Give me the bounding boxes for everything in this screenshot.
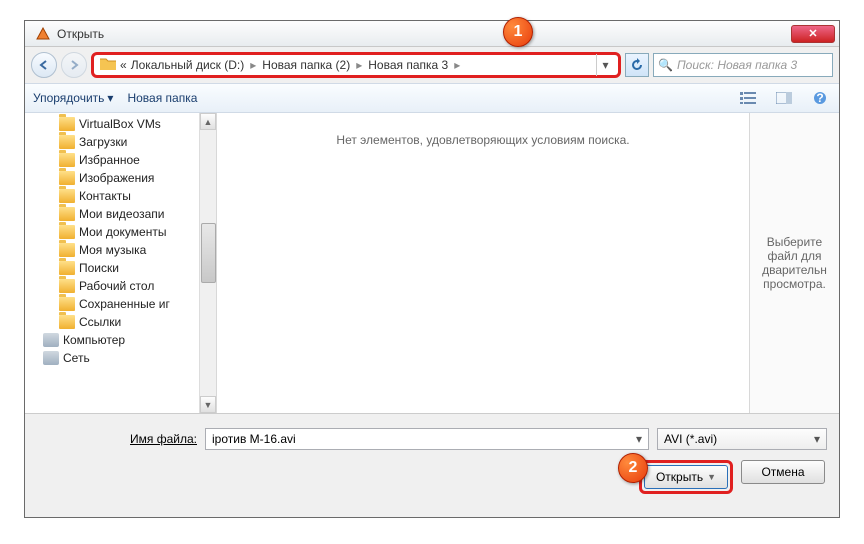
folder-icon <box>59 207 75 221</box>
folder-icon <box>59 243 75 257</box>
tree-item-label: Мои документы <box>79 225 166 239</box>
tree-item-label: VirtualBox VMs <box>79 117 161 131</box>
chevron-down-icon: ▾ <box>814 432 820 446</box>
folder-icon <box>59 189 75 203</box>
file-list: Нет элементов, удовлетворяющих условиям … <box>217 113 749 413</box>
folder-icon <box>59 315 75 329</box>
tree-item[interactable]: Загрузки <box>33 133 216 151</box>
tree-item-label: Сохраненные иг <box>79 297 170 311</box>
nav-row: « Локальный диск (D:) ▸ Новая папка (2) … <box>25 47 839 83</box>
filename-label: Имя файла: <box>37 432 197 446</box>
open-dialog: Открыть ✕ « Локальный диск (D:) ▸ Новая … <box>24 20 840 518</box>
folder-icon <box>59 153 75 167</box>
tree-item-label: Мои видеозапи <box>79 207 165 221</box>
back-button[interactable] <box>31 52 57 78</box>
tree-item[interactable]: Избранное <box>33 151 216 169</box>
folder-icon <box>59 279 75 293</box>
tree-item[interactable]: Моя музыка <box>33 241 216 259</box>
forward-button[interactable] <box>61 52 87 78</box>
breadcrumb-item[interactable]: Новая папка (2) <box>260 58 352 72</box>
tree-item[interactable]: Мои документы <box>33 223 216 241</box>
dialog-body: VirtualBox VMs Загрузки Избранное Изображен… <box>25 113 839 413</box>
tree-item[interactable]: Мои видеозапи <box>33 205 216 223</box>
app-icon <box>35 26 51 42</box>
tree-item-label: Загрузки <box>79 135 127 149</box>
tree-item[interactable]: Ссылки <box>33 313 216 331</box>
annotation-marker-2: 2 <box>618 453 648 483</box>
window-title: Открыть <box>57 27 791 41</box>
filename-input[interactable]: іротив М-16.avi ▾ <box>205 428 649 450</box>
help-button[interactable]: ? <box>809 87 831 109</box>
scroll-down-button[interactable]: ▼ <box>200 396 216 413</box>
tree-item-label: Изображения <box>79 171 154 185</box>
search-input[interactable]: 🔍 Поиск: Новая папка 3 <box>653 53 833 77</box>
titlebar: Открыть ✕ <box>25 21 839 47</box>
tree-item-label: Рабочий стол <box>79 279 154 293</box>
organize-menu[interactable]: Упорядочить▾ <box>33 91 113 105</box>
folder-icon <box>59 261 75 275</box>
close-button[interactable]: ✕ <box>791 25 835 43</box>
chevron-down-icon[interactable]: ▾ <box>636 432 642 446</box>
chevron-right-icon: ▸ <box>246 58 260 72</box>
tree-item-label: Сеть <box>63 351 90 365</box>
open-button[interactable]: Открыть▼ <box>644 465 728 489</box>
tree-item[interactable]: VirtualBox VMs <box>33 115 216 133</box>
folder-icon <box>59 225 75 239</box>
folder-icon <box>59 297 75 311</box>
scroll-up-button[interactable]: ▲ <box>200 113 216 130</box>
new-folder-button[interactable]: Новая папка <box>127 91 197 105</box>
folder-icon <box>100 57 116 73</box>
tree-item-label: Компьютер <box>63 333 125 347</box>
tree-item-label: Контакты <box>79 189 131 203</box>
folder-tree: VirtualBox VMs Загрузки Избранное Изображен… <box>25 113 217 413</box>
tree-item[interactable]: Сеть <box>33 349 216 367</box>
scrollbar[interactable]: ▲ ▼ <box>199 113 216 413</box>
folder-icon <box>59 135 75 149</box>
address-dropdown[interactable]: ▾ <box>596 54 614 76</box>
computer-icon <box>43 351 59 365</box>
tree-item[interactable]: Поиски <box>33 259 216 277</box>
tree-item[interactable]: Контакты <box>33 187 216 205</box>
tree-item[interactable]: Компьютер <box>33 331 216 349</box>
view-options-button[interactable] <box>737 87 759 109</box>
tree-item[interactable]: Сохраненные иг <box>33 295 216 313</box>
tree-item-label: Ссылки <box>79 315 121 329</box>
refresh-button[interactable] <box>625 53 649 77</box>
empty-message: Нет элементов, удовлетворяющих условиям … <box>336 133 629 147</box>
chevron-right-icon: ▸ <box>352 58 366 72</box>
breadcrumb-item[interactable]: Локальный диск (D:) <box>129 58 247 72</box>
chevron-right-icon: ▸ <box>450 58 464 72</box>
computer-icon <box>43 333 59 347</box>
preview-pane: Выберите файл для дварительн просмотра. <box>749 113 839 413</box>
cancel-button[interactable]: Отмена <box>741 460 825 484</box>
tree-item-label: Избранное <box>79 153 140 167</box>
folder-icon <box>59 117 75 131</box>
address-bar[interactable]: « Локальный диск (D:) ▸ Новая папка (2) … <box>91 52 621 78</box>
breadcrumb-item[interactable]: Новая папка 3 <box>366 58 450 72</box>
open-button-highlight: 2 Открыть▼ <box>639 460 733 494</box>
toolbar: Упорядочить▾ Новая папка ? <box>25 83 839 113</box>
svg-text:?: ? <box>816 91 823 105</box>
tree-item[interactable]: Рабочий стол <box>33 277 216 295</box>
preview-text: Выберите файл для дварительн просмотра. <box>754 235 835 291</box>
preview-pane-button[interactable] <box>773 87 795 109</box>
search-icon: 🔍 <box>658 58 673 72</box>
annotation-marker-1: 1 <box>503 17 533 47</box>
tree-item-label: Моя музыка <box>79 243 146 257</box>
tree-item[interactable]: Изображения <box>33 169 216 187</box>
search-placeholder: Поиск: Новая папка 3 <box>677 58 797 72</box>
tree-item-label: Поиски <box>79 261 119 275</box>
footer: Имя файла: іротив М-16.avi ▾ AVI (*.avi)… <box>25 413 839 517</box>
breadcrumb-prefix: « <box>118 58 129 72</box>
filetype-select[interactable]: AVI (*.avi) ▾ <box>657 428 827 450</box>
folder-icon <box>59 171 75 185</box>
scroll-thumb[interactable] <box>201 223 216 283</box>
chevron-down-icon: ▾ <box>107 91 113 105</box>
